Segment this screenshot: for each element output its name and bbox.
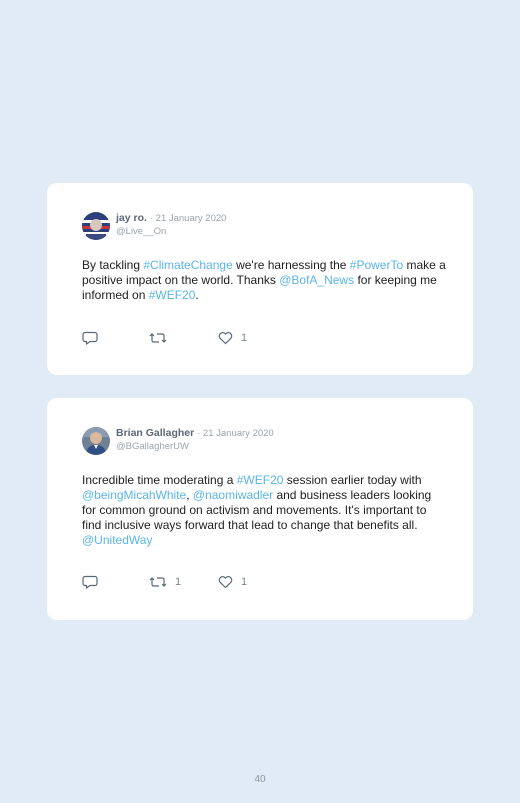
author-handle[interactable]: @Live__On <box>116 225 226 238</box>
tweet-text-segment: session earlier today with <box>283 473 422 487</box>
tweet-link[interactable]: #WEF20 <box>237 473 284 487</box>
page-number: 40 <box>254 774 266 785</box>
tweet-text-segment: we're harnessing the <box>232 258 350 272</box>
reply-button[interactable] <box>82 330 106 346</box>
retweet-button[interactable]: 1 <box>149 574 181 590</box>
tweet-link[interactable]: @UnitedWay <box>82 533 152 547</box>
like-button[interactable]: 1 <box>218 574 247 590</box>
reply-icon <box>82 331 98 345</box>
tweet-link[interactable]: @naomiwadler <box>193 488 273 502</box>
reply-button[interactable] <box>82 574 106 590</box>
retweet-count: 1 <box>175 576 182 588</box>
author-handle[interactable]: @BGallagherUW <box>116 440 274 453</box>
tweet-text-segment: By tackling <box>82 258 144 272</box>
tweet-link[interactable]: @beingMicahWhite <box>82 488 186 502</box>
heart-icon <box>218 331 233 345</box>
retweet-button[interactable] <box>149 330 175 346</box>
avatar[interactable] <box>82 212 110 240</box>
retweet-icon <box>149 331 167 345</box>
heart-icon <box>218 575 233 589</box>
like-count: 1 <box>241 332 248 344</box>
tweet-date: · 21 January 2020 <box>197 428 274 439</box>
tweet-link[interactable]: @BofA_News <box>279 273 354 287</box>
tweet-card: jay ro. · 21 January 2020 @Live__On By t… <box>47 183 473 375</box>
avatar[interactable] <box>82 427 110 455</box>
like-button[interactable]: 1 <box>218 330 247 346</box>
author-name[interactable]: Brian Gallagher <box>116 427 194 439</box>
tweet-text: By tackling #ClimateChange we're harness… <box>82 258 447 303</box>
reply-icon <box>82 575 98 589</box>
tweet-link[interactable]: #ClimateChange <box>143 258 232 272</box>
tweet-text-segment: , <box>186 488 193 502</box>
author-name[interactable]: jay ro. <box>116 212 147 224</box>
tweet-date: · 21 January 2020 <box>149 213 227 224</box>
tweet-text-segment: Incredible time moderating a <box>82 473 237 487</box>
tweet-text: Incredible time moderating a #WEF20 sess… <box>82 473 447 548</box>
tweet-card: Brian Gallagher · 21 January 2020 @BGall… <box>47 398 473 620</box>
retweet-icon <box>149 575 167 589</box>
tweet-text-segment: . <box>195 288 199 302</box>
tweet-link[interactable]: #PowerTo <box>350 258 403 272</box>
like-count: 1 <box>241 576 248 588</box>
tweet-link[interactable]: #WEF20 <box>149 288 196 302</box>
